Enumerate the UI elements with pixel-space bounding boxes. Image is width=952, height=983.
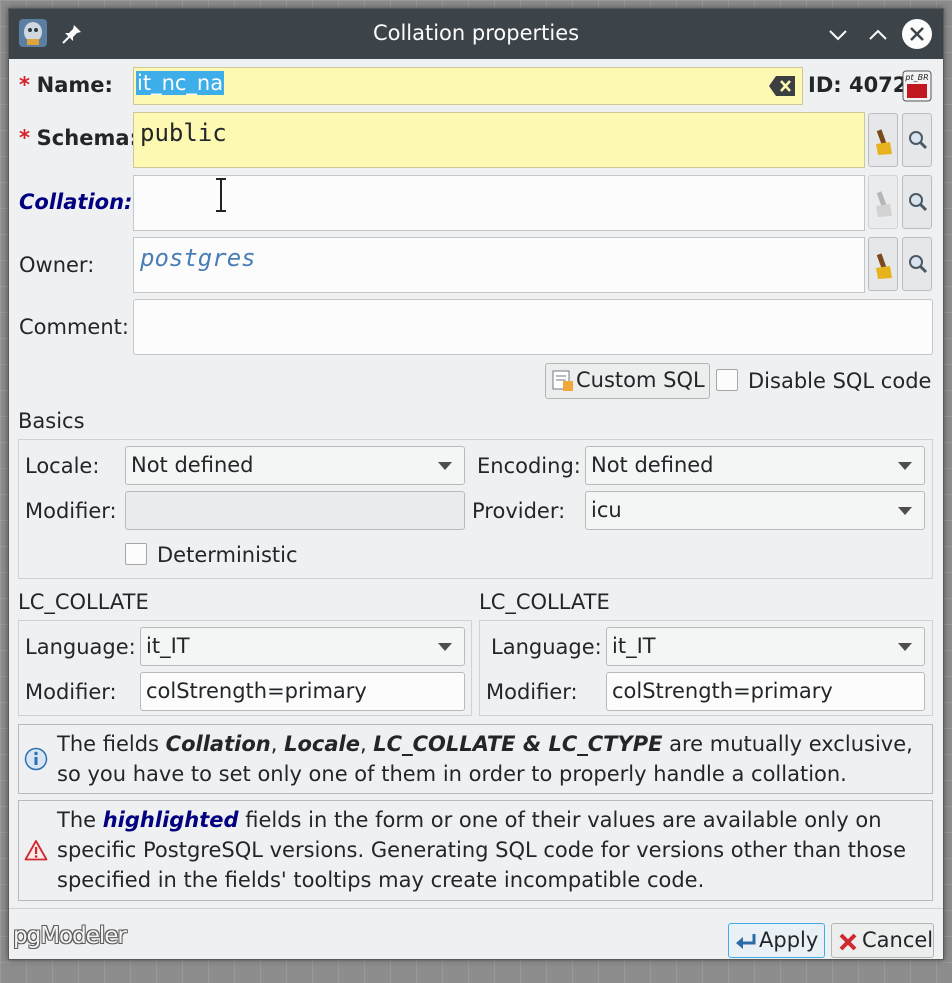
apply-icon [735,932,757,956]
info-icon [24,747,48,779]
provider-label: Provider: [472,499,566,523]
lc-right-language-value: it_IT [612,634,656,658]
footer-separator [9,908,943,909]
lc-right-modifier-label: Modifier: [486,680,578,704]
collation-clear-button[interactable] [868,175,898,229]
chevron-down-icon [898,507,912,515]
window-title: Collation properties [372,21,580,45]
collation-properties-dialog: Collation properties * Name: it_nc_na ID… [8,8,944,960]
maximize-button[interactable] [863,19,893,49]
encoding-value: Not defined [591,453,714,477]
sql-icon [552,370,574,397]
deterministic-checkbox[interactable] [125,543,147,565]
locale-value: Not defined [131,453,254,477]
locale-label: Locale: [25,454,100,478]
owner-search-button[interactable] [902,237,932,291]
comment-label: Comment: [19,315,129,339]
disable-sql-label: Disable SQL code [748,369,932,393]
lc-left-modifier-input[interactable]: colStrength=primary [140,672,465,711]
apply-button[interactable]: Apply [728,923,825,958]
minimize-button[interactable] [823,19,853,49]
chevron-down-icon [438,643,452,651]
object-id-label: ID: 4072 [808,73,908,97]
lc-left-language-select[interactable]: it_IT [140,627,465,666]
lc-left-modifier-value: colStrength=primary [146,679,367,703]
provider-value: icu [591,498,622,522]
deterministic-label: Deterministic [157,543,298,567]
basics-modifier-input[interactable] [125,491,465,530]
close-button[interactable] [902,19,932,49]
comment-field[interactable] [133,299,933,355]
owner-field[interactable]: postgres [133,237,865,293]
cancel-icon [839,932,857,956]
chevron-down-icon [898,643,912,651]
schema-search-button[interactable] [902,113,932,167]
custom-sql-label: Custom SQL [576,368,705,392]
schema-value: public [140,119,227,147]
lc-collate-left-title: LC_COLLATE [18,590,149,614]
provider-select[interactable]: icu [585,491,925,530]
encoding-label: Encoding: [477,454,581,478]
lc-left-language-value: it_IT [146,634,190,658]
name-field[interactable]: it_nc_na [133,67,803,105]
lc-right-language-select[interactable]: it_IT [606,627,925,666]
svg-text:pt_BR: pt_BR [904,73,928,82]
lc-collate-right-title: LC_COLLATE [479,590,610,614]
lc-right-modifier-value: colStrength=primary [612,679,833,703]
object-icon: pt_BR [902,70,932,107]
text-cursor-icon [214,176,228,220]
warning-message-text: The highlighted fields in the form or on… [57,808,907,892]
apply-label: Apply [759,928,819,952]
collation-label: Collation: [19,190,133,214]
lc-right-modifier-input[interactable]: colStrength=primary [606,672,925,711]
lc-left-modifier-label: Modifier: [25,680,117,704]
encoding-select[interactable]: Not defined [585,446,925,485]
locale-select[interactable]: Not defined [125,446,465,485]
basics-title: Basics [18,409,85,433]
cancel-label: Cancel [862,928,934,952]
schema-label: * Schema: [19,126,138,150]
custom-sql-button[interactable]: Custom SQL [545,363,710,399]
cancel-button[interactable]: Cancel [831,923,934,958]
owner-label: Owner: [19,253,95,277]
name-label: * Name: [19,73,113,97]
title-bar: Collation properties [9,9,943,59]
lc-right-language-label: Language: [491,635,602,659]
collation-search-button[interactable] [902,175,932,229]
name-value: it_nc_na [136,71,225,95]
schema-clear-button[interactable] [868,113,898,167]
clear-text-icon[interactable] [768,75,796,102]
info-message-box: The fields Collation, Locale, LC_COLLATE… [18,724,933,794]
pgmodeler-logo: pgModeler [13,923,127,949]
basics-modifier-label: Modifier: [25,499,117,523]
lc-left-language-label: Language: [25,635,136,659]
owner-clear-button[interactable] [868,237,898,291]
collation-field[interactable] [133,175,865,231]
chevron-down-icon [438,462,452,470]
warning-icon [24,839,48,869]
owner-value: postgres [140,244,256,272]
warning-message-box: The highlighted fields in the form or on… [18,800,933,901]
info-message-text: The fields Collation, Locale, LC_COLLATE… [57,732,913,786]
disable-sql-checkbox[interactable] [716,369,738,391]
schema-field[interactable]: public [133,112,865,168]
chevron-down-icon [898,462,912,470]
